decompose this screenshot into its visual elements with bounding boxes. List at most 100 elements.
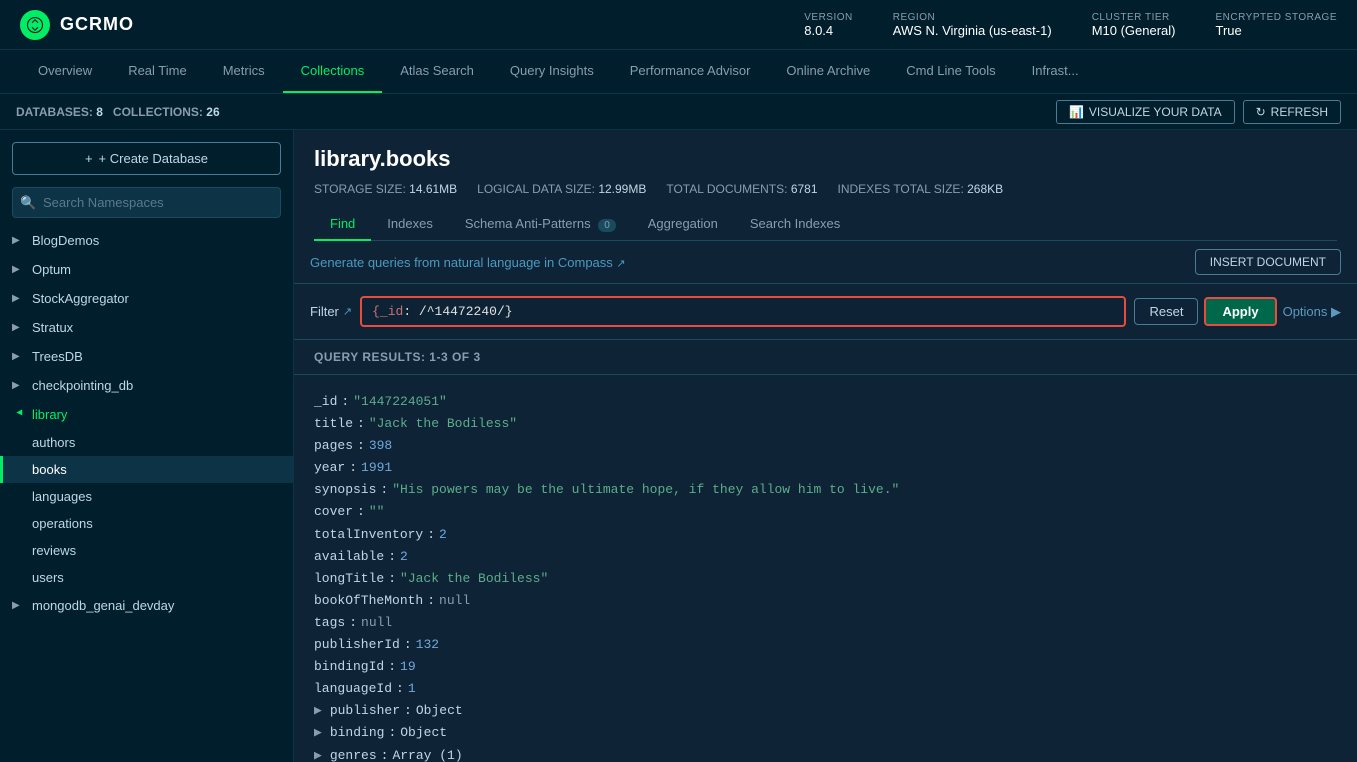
options-button[interactable]: Options ▶ <box>1283 304 1341 320</box>
sidebar-item-treesdb[interactable]: ▶ TreesDB <box>0 342 293 371</box>
compass-link[interactable]: Generate queries from natural language i… <box>310 255 626 270</box>
app-title: GCRMO <box>60 14 134 35</box>
sidebar-item-operations[interactable]: operations <box>0 510 293 537</box>
expand-binding-icon: ▶ <box>314 722 322 744</box>
main-layout: + + Create Database 🔍 ▶ BlogDemos ▶ Optu… <box>0 130 1357 762</box>
chart-icon: 📊 <box>1069 105 1084 119</box>
chevron-right-icon: ▶ <box>12 293 26 304</box>
chevron-right-icon: ▶ <box>12 600 26 611</box>
refresh-icon: ↻ <box>1256 105 1266 119</box>
tab-find[interactable]: Find <box>314 208 371 241</box>
tab-overview[interactable]: Overview <box>20 50 110 94</box>
sidebar-item-authors[interactable]: authors <box>0 429 293 456</box>
tab-aggregation[interactable]: Aggregation <box>632 208 734 241</box>
insert-document-button[interactable]: INSERT DOCUMENT <box>1195 249 1341 275</box>
filter-code-display: {_id : /^14472240/} <box>372 304 1114 319</box>
tab-realtime[interactable]: Real Time <box>110 50 205 94</box>
chevron-right-icon: ▶ <box>12 380 26 391</box>
doc-field-pages: pages : 398 <box>314 435 1337 457</box>
doc-field-id: _id : "1447224051" <box>314 391 1337 413</box>
sidebar-item-languages[interactable]: languages <box>0 483 293 510</box>
sidebar-item-mongodb-genai[interactable]: ▶ mongodb_genai_devday <box>0 591 293 620</box>
chevron-right-icon: ▶ <box>12 264 26 275</box>
chevron-right-icon: ▶ <box>12 322 26 333</box>
collection-title: library.books <box>314 146 1337 172</box>
content-header: library.books STORAGE SIZE: 14.61MB LOGI… <box>294 130 1357 241</box>
tab-query-insights[interactable]: Query Insights <box>492 50 612 94</box>
doc-field-title: title : "Jack the Bodiless" <box>314 413 1337 435</box>
filter-label: Filter ↗ <box>310 304 352 319</box>
sidebar-item-users[interactable]: users <box>0 564 293 591</box>
doc-field-year: year : 1991 <box>314 457 1337 479</box>
storage-label: ENCRYPTED STORAGE <box>1216 12 1338 23</box>
databases-info: DATABASES: 8 COLLECTIONS: 26 <box>16 105 220 119</box>
sidebar-item-checkpointing[interactable]: ▶ checkpointing_db <box>0 371 293 400</box>
indexes-size-meta: INDEXES TOTAL SIZE: 268KB <box>838 182 1004 196</box>
doc-field-binding[interactable]: ▶ binding : Object <box>314 722 1337 744</box>
search-namespaces-input[interactable] <box>12 187 281 218</box>
refresh-button[interactable]: ↻ REFRESH <box>1243 100 1341 124</box>
collection-meta: STORAGE SIZE: 14.61MB LOGICAL DATA SIZE:… <box>314 182 1337 196</box>
visualize-data-button[interactable]: 📊 VISUALIZE YOUR DATA <box>1056 100 1235 124</box>
doc-field-synopsis: synopsis : "His powers may be the ultima… <box>314 479 1337 501</box>
sub-header-actions: 📊 VISUALIZE YOUR DATA ↻ REFRESH <box>1056 100 1341 124</box>
filter-row: Filter ↗ {_id : /^14472240/} Reset Apply… <box>294 284 1357 340</box>
collection-tabs: Find Indexes Schema Anti-Patterns 0 Aggr… <box>314 208 1337 241</box>
tab-infrast[interactable]: Infrast... <box>1014 50 1097 94</box>
tab-indexes[interactable]: Indexes <box>371 208 449 241</box>
filter-link-icon: ↗ <box>343 305 352 318</box>
sidebar-item-optum[interactable]: ▶ Optum <box>0 255 293 284</box>
expand-publisher-icon: ▶ <box>314 700 322 722</box>
cluster-meta: CLUSTER TIER M10 (General) <box>1092 12 1176 38</box>
reset-button[interactable]: Reset <box>1134 298 1198 325</box>
filter-input[interactable]: {_id : /^14472240/} <box>360 296 1126 327</box>
tab-collections[interactable]: Collections <box>283 50 383 94</box>
tab-online-archive[interactable]: Online Archive <box>768 50 888 94</box>
sidebar: + + Create Database 🔍 ▶ BlogDemos ▶ Optu… <box>0 130 294 762</box>
tab-performance-advisor[interactable]: Performance Advisor <box>612 50 769 94</box>
document-view: _id : "1447224051" title : "Jack the Bod… <box>294 375 1357 762</box>
doc-field-long-title: longTitle : "Jack the Bodiless" <box>314 568 1337 590</box>
chevron-right-icon: ▶ <box>12 235 26 246</box>
filter-buttons: Reset Apply Options ▶ <box>1134 297 1341 326</box>
sidebar-item-library[interactable]: ▼ library <box>0 400 293 429</box>
sidebar-item-stratux[interactable]: ▶ Stratux <box>0 313 293 342</box>
create-database-button[interactable]: + + Create Database <box>12 142 281 175</box>
apply-button[interactable]: Apply <box>1204 297 1276 326</box>
sidebar-item-stockaggregator[interactable]: ▶ StockAggregator <box>0 284 293 313</box>
region-label: REGION <box>893 12 935 23</box>
logical-data-meta: LOGICAL DATA SIZE: 12.99MB <box>477 182 646 196</box>
storage-value: True <box>1216 23 1242 38</box>
logo-area: GCRMO <box>20 10 134 40</box>
external-link-icon: ↗ <box>616 258 625 270</box>
doc-field-total-inventory: totalInventory : 2 <box>314 524 1337 546</box>
doc-field-publisher[interactable]: ▶ publisher : Object <box>314 700 1337 722</box>
tab-search-indexes[interactable]: Search Indexes <box>734 208 856 241</box>
header-meta: VERSION 8.0.4 REGION AWS N. Virginia (us… <box>804 12 1337 38</box>
chevron-right-icon: ▶ <box>12 351 26 362</box>
doc-field-publisher-id: publisherId : 132 <box>314 634 1337 656</box>
tab-atlas-search[interactable]: Atlas Search <box>382 50 492 94</box>
region-meta: REGION AWS N. Virginia (us-east-1) <box>893 12 1052 38</box>
compass-link-bar: Generate queries from natural language i… <box>294 241 1357 284</box>
search-icon: 🔍 <box>20 195 36 211</box>
top-header: GCRMO VERSION 8.0.4 REGION AWS N. Virgin… <box>0 0 1357 50</box>
tab-metrics[interactable]: Metrics <box>205 50 283 94</box>
sidebar-item-blogdemos[interactable]: ▶ BlogDemos <box>0 226 293 255</box>
doc-field-book-of-month: bookOfTheMonth : null <box>314 590 1337 612</box>
version-label: VERSION <box>804 12 853 23</box>
query-results-header: QUERY RESULTS: 1-3 OF 3 <box>294 340 1357 375</box>
tab-schema-anti-patterns[interactable]: Schema Anti-Patterns 0 <box>449 208 632 241</box>
plus-icon: + <box>85 151 93 166</box>
cluster-label: CLUSTER TIER <box>1092 12 1170 23</box>
doc-field-genres[interactable]: ▶ genres : Array (1) <box>314 745 1337 762</box>
sub-header: DATABASES: 8 COLLECTIONS: 26 📊 VISUALIZE… <box>0 94 1357 130</box>
tab-cmd-line-tools[interactable]: Cmd Line Tools <box>888 50 1013 94</box>
region-value: AWS N. Virginia (us-east-1) <box>893 23 1052 38</box>
doc-field-cover: cover : "" <box>314 501 1337 523</box>
version-meta: VERSION 8.0.4 <box>804 12 853 38</box>
sidebar-item-reviews[interactable]: reviews <box>0 537 293 564</box>
cluster-value: M10 (General) <box>1092 23 1176 38</box>
search-namespaces-container: 🔍 <box>12 187 281 218</box>
sidebar-item-books[interactable]: books <box>0 456 293 483</box>
